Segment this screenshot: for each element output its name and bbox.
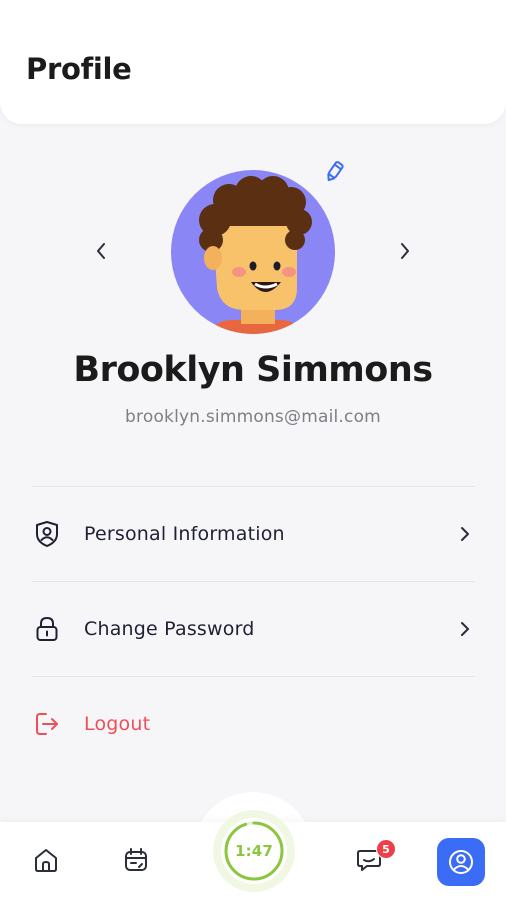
chevron-right-icon [455, 619, 475, 639]
tab-home[interactable] [24, 836, 68, 884]
logout-label: Logout [84, 713, 151, 735]
tab-profile[interactable] [437, 838, 485, 886]
home-icon [35, 849, 57, 872]
profile-name: Brooklyn Simmons [73, 350, 433, 390]
tab-timer[interactable]: 1:47 [213, 810, 295, 892]
chevron-right-icon [401, 243, 409, 259]
menu-item-change-password[interactable]: Change Password [32, 582, 475, 676]
tab-calendar[interactable] [114, 836, 158, 884]
avatar [171, 170, 335, 334]
page-title: Profile [26, 52, 132, 86]
avatar-illustration [199, 176, 312, 334]
lock-icon [32, 614, 62, 644]
menu-item-label: Change Password [84, 618, 255, 640]
header: Profile [0, 0, 506, 124]
chat-badge: 5 [376, 839, 396, 859]
timer-text: 1:47 [234, 842, 274, 860]
chevron-right-icon [455, 524, 475, 544]
menu-item-label: Personal Information [84, 523, 285, 545]
pencil-icon [327, 161, 344, 182]
next-avatar-button[interactable] [394, 237, 416, 265]
chevron-left-icon [97, 243, 105, 259]
user-shield-icon [32, 519, 62, 549]
menu-item-personal-information[interactable]: Personal Information [32, 487, 475, 581]
edit-avatar-button[interactable] [322, 158, 348, 184]
logout-icon [32, 709, 62, 739]
previous-avatar-button[interactable] [90, 237, 112, 265]
profile-icon [449, 850, 473, 874]
logout-button[interactable]: Logout [32, 677, 475, 771]
timer-dial: 1:47 [221, 818, 287, 884]
profile-email: brooklyn.simmons@mail.com [125, 407, 381, 427]
calendar-icon [125, 848, 147, 871]
